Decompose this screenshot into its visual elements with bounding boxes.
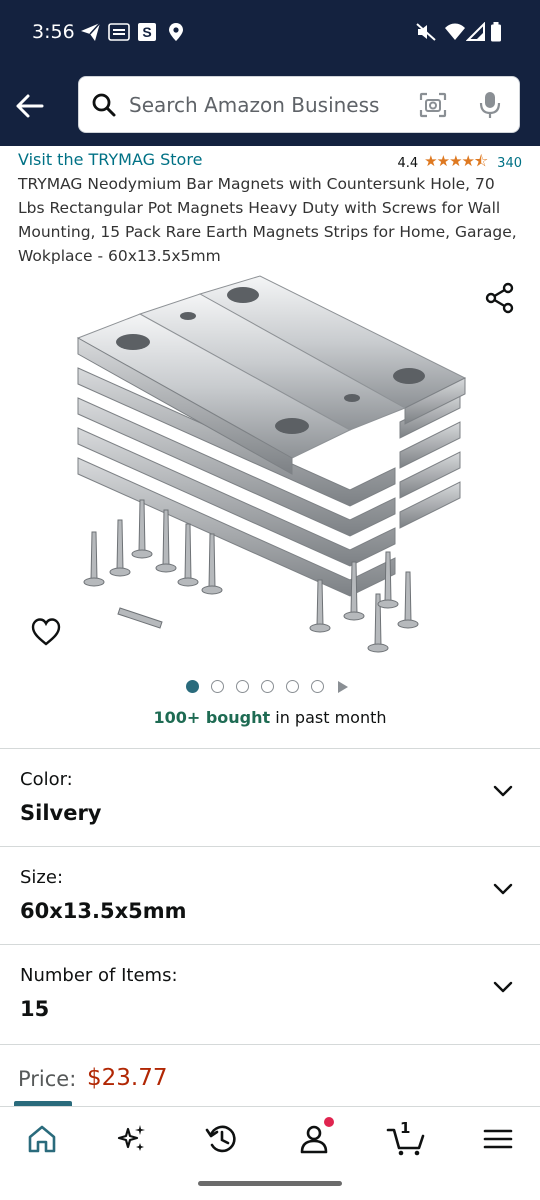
carousel-dot[interactable] <box>186 680 199 693</box>
carousel-dot[interactable] <box>286 680 299 693</box>
microphone-icon[interactable] <box>479 90 501 120</box>
bottom-nav: 1 <box>0 1106 540 1170</box>
svg-text:S: S <box>142 24 151 40</box>
option-label: Number of Items: <box>20 965 178 986</box>
option-label: Color: <box>20 769 73 790</box>
bought-in-past-month: 100+ bought in past month <box>0 708 540 727</box>
mute-icon <box>416 23 436 41</box>
reorder-icon[interactable] <box>204 1121 240 1157</box>
store-link[interactable]: Visit the TRYMAG Store <box>18 150 202 169</box>
carousel-dot[interactable] <box>311 680 324 693</box>
price-value: $23.77 <box>87 1065 168 1091</box>
chevron-down-icon[interactable] <box>492 881 514 897</box>
option-label: Size: <box>20 867 64 888</box>
option-color[interactable]: Color: Silvery <box>0 748 540 846</box>
carousel-dot[interactable] <box>211 680 224 693</box>
option-number-of-items[interactable]: Number of Items: 15 <box>0 944 540 1042</box>
share-icon[interactable] <box>484 282 516 314</box>
chevron-down-icon[interactable] <box>492 783 514 799</box>
battery-icon <box>491 22 501 42</box>
product-title: TRYMAG Neodymium Bar Magnets with Counte… <box>18 175 517 265</box>
home-icon[interactable] <box>24 1121 60 1157</box>
carousel-dot[interactable] <box>261 680 274 693</box>
status-time: 3:56 <box>32 21 75 43</box>
price-label: Price: <box>18 1067 77 1091</box>
status-bar: 3:56 S <box>0 0 540 66</box>
wifi-icon <box>445 23 465 40</box>
cart-count: 1 <box>400 1119 411 1137</box>
app-root: 3:56 S Visit the TRYMAG Store 4.4 ★★★★⯪ … <box>0 0 540 1200</box>
gesture-home-bar[interactable] <box>198 1181 342 1186</box>
s-app-icon: S <box>138 23 156 41</box>
heart-icon[interactable] <box>30 616 62 648</box>
search-icon <box>92 93 116 117</box>
menu-icon[interactable] <box>480 1121 516 1157</box>
chevron-down-icon[interactable] <box>492 979 514 995</box>
notification-badge <box>324 1117 334 1127</box>
rating-value: 4.4 <box>397 156 419 171</box>
option-size[interactable]: Size: 60x13.5x5mm <box>0 846 540 944</box>
signal-icon <box>466 22 485 41</box>
rating-count[interactable]: 340 <box>497 156 522 171</box>
search-bar[interactable] <box>78 76 520 133</box>
top-header: 3:56 S <box>0 0 540 146</box>
price-row: Price: $23.77 <box>0 1044 540 1106</box>
option-value: Silvery <box>20 801 102 825</box>
option-value: 15 <box>20 997 50 1021</box>
bought-count: 100+ bought <box>153 708 271 727</box>
telegram-icon <box>81 22 101 41</box>
carousel-dot[interactable] <box>236 680 249 693</box>
back-arrow-icon[interactable] <box>12 88 48 124</box>
play-video-icon[interactable] <box>338 680 348 693</box>
magnet-stack <box>76 275 467 597</box>
ai-sparkle-icon[interactable] <box>114 1121 150 1157</box>
temu-icon <box>108 23 130 41</box>
location-icon <box>169 23 183 41</box>
search-input[interactable] <box>129 77 399 132</box>
product-image[interactable] <box>60 262 480 662</box>
cart-button[interactable]: 1 <box>386 1119 426 1157</box>
option-value: 60x13.5x5mm <box>20 899 187 923</box>
image-carousel-indicator[interactable] <box>186 680 348 693</box>
bought-suffix: in past month <box>270 708 387 727</box>
camera-scan-icon[interactable] <box>419 92 447 118</box>
